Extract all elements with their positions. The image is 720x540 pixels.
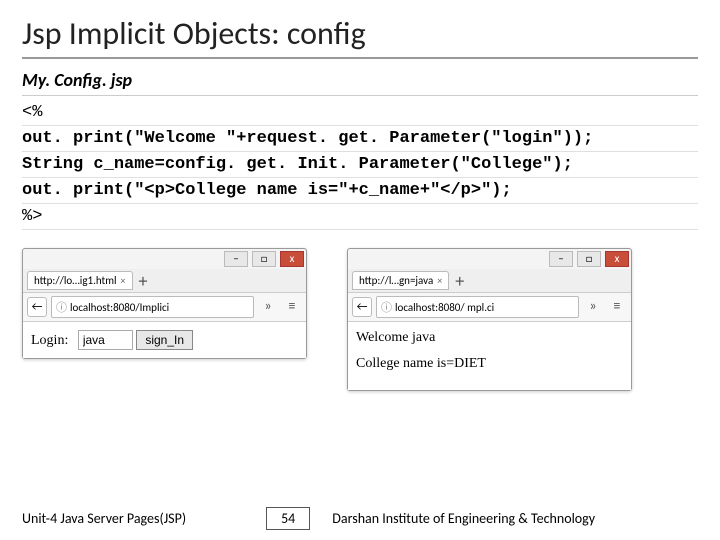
tab-close-icon[interactable]: × [121,274,126,287]
page-title: Jsp Implicit Objects: config [22,14,698,59]
address-bar[interactable]: ⓘ localhost:8080/ mpl.ci [376,296,579,318]
slide-footer: Unit-4 Java Server Pages(JSP) 54 Darshan… [22,507,698,530]
address-text: localhost:8080/ mpl.ci [395,301,494,314]
tab-title: http://l…gn=java [359,274,433,287]
college-text: College name is=DIET [356,356,623,372]
tab-title: http://lo…ig1.html [34,274,117,287]
page-number: 54 [266,507,310,530]
info-icon[interactable]: ⓘ [381,299,392,315]
address-text: localhost:8080/Implici [70,301,169,314]
minimize-icon[interactable]: – [224,251,248,267]
footer-unit: Unit-4 Java Server Pages(JSP) [22,510,186,527]
code-line: out. print("<p>College name is="+c_name+… [22,178,698,204]
code-filename: My. Config. jsp [22,69,698,96]
address-bar[interactable]: ⓘ localhost:8080/Implici [51,296,254,318]
menu-icon[interactable]: ≡ [607,297,627,317]
login-label: Login: [31,333,68,348]
minimize-icon[interactable]: – [549,251,573,267]
new-tab-icon[interactable]: + [139,274,148,288]
back-icon[interactable]: ← [27,297,47,317]
close-icon[interactable]: x [605,251,629,267]
code-line: %> [22,204,698,230]
welcome-text: Welcome java [356,330,623,346]
browser-tab[interactable]: http://l…gn=java × [352,271,449,290]
browser-window-input: – □ x http://lo…ig1.html × + ← ⓘ localho… [22,248,307,359]
code-line: <% [22,100,698,126]
signin-button[interactable]: sign_In [136,330,193,350]
code-line: out. print("Welcome "+request. get. Para… [22,126,698,152]
login-input[interactable] [78,330,133,350]
chevron-icon[interactable]: » [258,297,278,317]
tab-close-icon[interactable]: × [437,274,442,287]
info-icon[interactable]: ⓘ [56,299,67,315]
maximize-icon[interactable]: □ [252,251,276,267]
new-tab-icon[interactable]: + [455,274,464,288]
code-line: String c_name=config. get. Init. Paramet… [22,152,698,178]
menu-icon[interactable]: ≡ [282,297,302,317]
browser-window-output: – □ x http://l…gn=java × + ← ⓘ localhost… [347,248,632,391]
code-block: <% out. print("Welcome "+request. get. P… [22,100,698,230]
browser-tab[interactable]: http://lo…ig1.html × [27,271,133,290]
chevron-icon[interactable]: » [583,297,603,317]
footer-institute: Darshan Institute of Engineering & Techn… [332,510,698,527]
maximize-icon[interactable]: □ [577,251,601,267]
close-icon[interactable]: x [280,251,304,267]
back-icon[interactable]: ← [352,297,372,317]
